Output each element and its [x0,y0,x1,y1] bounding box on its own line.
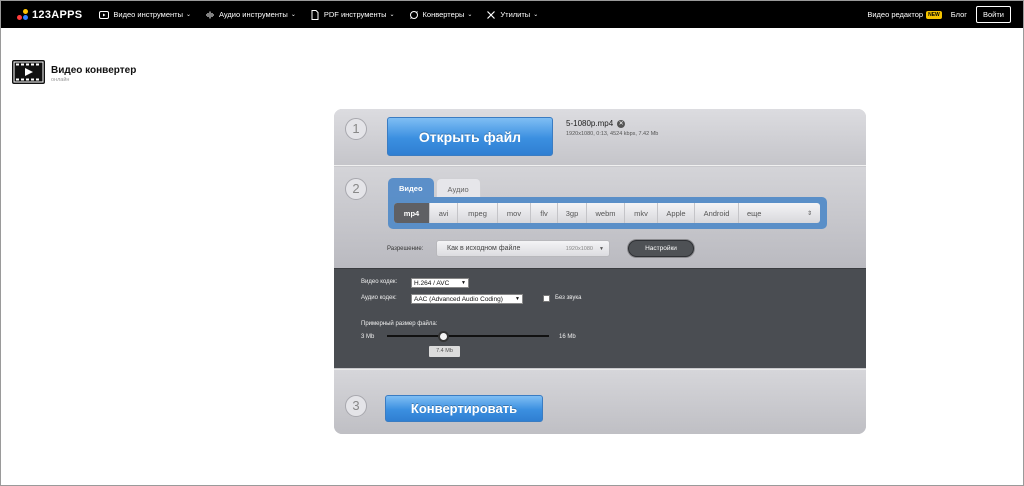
page-title-block: Видео конвертер онлайн [51,60,136,83]
format-mp4[interactable]: mp4 [394,203,430,223]
step-number: 2 [345,178,367,200]
updown-arrows-icon: ⇕ [806,210,812,217]
more-formats-select[interactable]: еще ⇕ [739,203,820,223]
blog-link[interactable]: Блог [951,10,967,19]
video-codec-label: Видео кодек: [361,279,398,285]
format-mov[interactable]: mov [498,203,531,223]
format-webm[interactable]: webm [587,203,625,223]
video-converter-icon [12,60,45,84]
page-header: Видео конвертер онлайн [12,60,136,84]
tab-video[interactable]: Видео [388,178,434,199]
resolution-label: Разрешение: [387,246,424,252]
file-meta: 1920x1080, 0:13, 4524 kbps, 7.42 Mb [566,131,659,137]
nav-label: Аудио инструменты [219,10,288,19]
pdf-file-icon [310,9,320,20]
chevron-down-icon: ⌄ [290,12,296,18]
chevron-down-icon: ⌄ [533,12,539,18]
video-codec-select[interactable]: H.264 / AVC ▼ [411,278,469,288]
chevron-down-icon: ▼ [461,280,466,286]
audio-codec-label: Аудио кодек: [361,295,397,301]
nav-audio-tools[interactable]: Аудио инструменты ⌄ [205,10,296,20]
nav-label: Видео инструменты [113,10,183,19]
open-file-button[interactable]: Открыть файл [387,117,553,156]
step-number: 1 [345,118,367,140]
step-number: 3 [345,395,367,417]
file-size-slider-track[interactable] [387,335,549,337]
file-size-min: 3 Mb [361,334,375,340]
format-mpeg[interactable]: mpeg [458,203,498,223]
tools-icon [486,10,496,20]
format-list: mp4 avi mpeg mov flv 3gp webm mkv Apple … [394,203,820,223]
format-android[interactable]: Android [695,203,739,223]
tab-audio[interactable]: Аудио [435,178,481,199]
resolution-value: Как в исходном файле [447,245,521,252]
chevron-down-icon: ▼ [599,245,604,252]
step-3-section: 3 Конвертировать [334,369,866,434]
play-icon [99,10,110,20]
new-badge: NEW [926,10,942,19]
format-avi[interactable]: avi [430,203,458,223]
video-editor-label: Видео редактор [867,10,924,19]
audio-codec-value: AAC (Advanced Audio Coding) [414,295,503,303]
nav-converters[interactable]: Конвертеры ⌄ [409,10,473,20]
audio-codec-select[interactable]: AAC (Advanced Audio Coding) ▼ [411,294,523,304]
nav-utilities[interactable]: Утилиты ⌄ [486,10,538,20]
login-button[interactable]: Войти [976,6,1011,23]
main-nav: Видео инструменты ⌄ Аудио инструменты ⌄ … [99,9,552,20]
video-codec-value: H.264 / AVC [414,279,450,287]
remove-file-icon[interactable]: ✕ [617,119,626,128]
format-box: mp4 avi mpeg mov flv 3gp webm mkv Apple … [388,197,827,229]
convert-icon [409,10,419,20]
file-size-tooltip: 7.4 Mb [429,346,460,357]
video-editor-link[interactable]: Видео редактор NEW [867,10,942,19]
file-name-row: 5-1080p.mp4 ✕ [566,119,626,128]
file-size-label: Примерный размер файла: [361,321,438,327]
top-nav-bar: 123APPS Видео инструменты ⌄ Аудио инстру… [1,1,1023,28]
file-size-slider-handle[interactable] [438,331,449,342]
page-frame: 123APPS Видео инструменты ⌄ Аудио инстру… [0,0,1024,486]
file-size-max: 16 Mb [559,334,576,340]
nav-pdf-tools[interactable]: PDF инструменты ⌄ [310,9,395,20]
nav-label: Конвертеры [422,10,465,19]
nav-label: Утилиты [500,10,531,19]
page-title: Видео конвертер [51,65,137,76]
top-right-nav: Видео редактор NEW Блог Войти [867,1,1011,28]
logo[interactable]: 123APPS [17,1,82,28]
more-label: еще [747,208,762,218]
chevron-down-icon: ▼ [515,296,520,302]
format-tabs: Видео Аудио [388,178,483,199]
nav-video-tools[interactable]: Видео инструменты ⌄ [99,10,191,20]
no-sound-checkbox[interactable] [543,295,550,302]
resolution-dimensions: 1920x1080 [565,245,593,252]
format-mkv[interactable]: mkv [625,203,658,223]
format-flv[interactable]: flv [531,203,558,223]
logo-dots-icon [17,8,29,21]
convert-button[interactable]: Конвертировать [385,395,543,422]
file-name: 5-1080p.mp4 [566,119,614,128]
audio-wave-icon [205,10,215,20]
settings-button[interactable]: Настройки [628,240,694,257]
nav-label: PDF инструменты [323,10,387,19]
logo-text: 123APPS [32,8,83,21]
format-3gp[interactable]: 3gp [558,203,587,223]
chevron-down-icon: ⌄ [389,12,395,18]
page-subtitle: онлайн [51,77,70,83]
no-sound-label: Без звука [555,295,582,301]
step-1-section: 1 Открыть файл 5-1080p.mp4 ✕ 1920x1080, … [334,109,866,166]
resolution-select[interactable]: Как в исходном файле 1920x1080 ▼ [436,240,610,257]
chevron-down-icon: ⌄ [185,12,192,18]
converter-panel: 1 Открыть файл 5-1080p.mp4 ✕ 1920x1080, … [334,109,866,434]
format-apple[interactable]: Apple [658,203,695,223]
chevron-down-icon: ⌄ [467,12,473,18]
